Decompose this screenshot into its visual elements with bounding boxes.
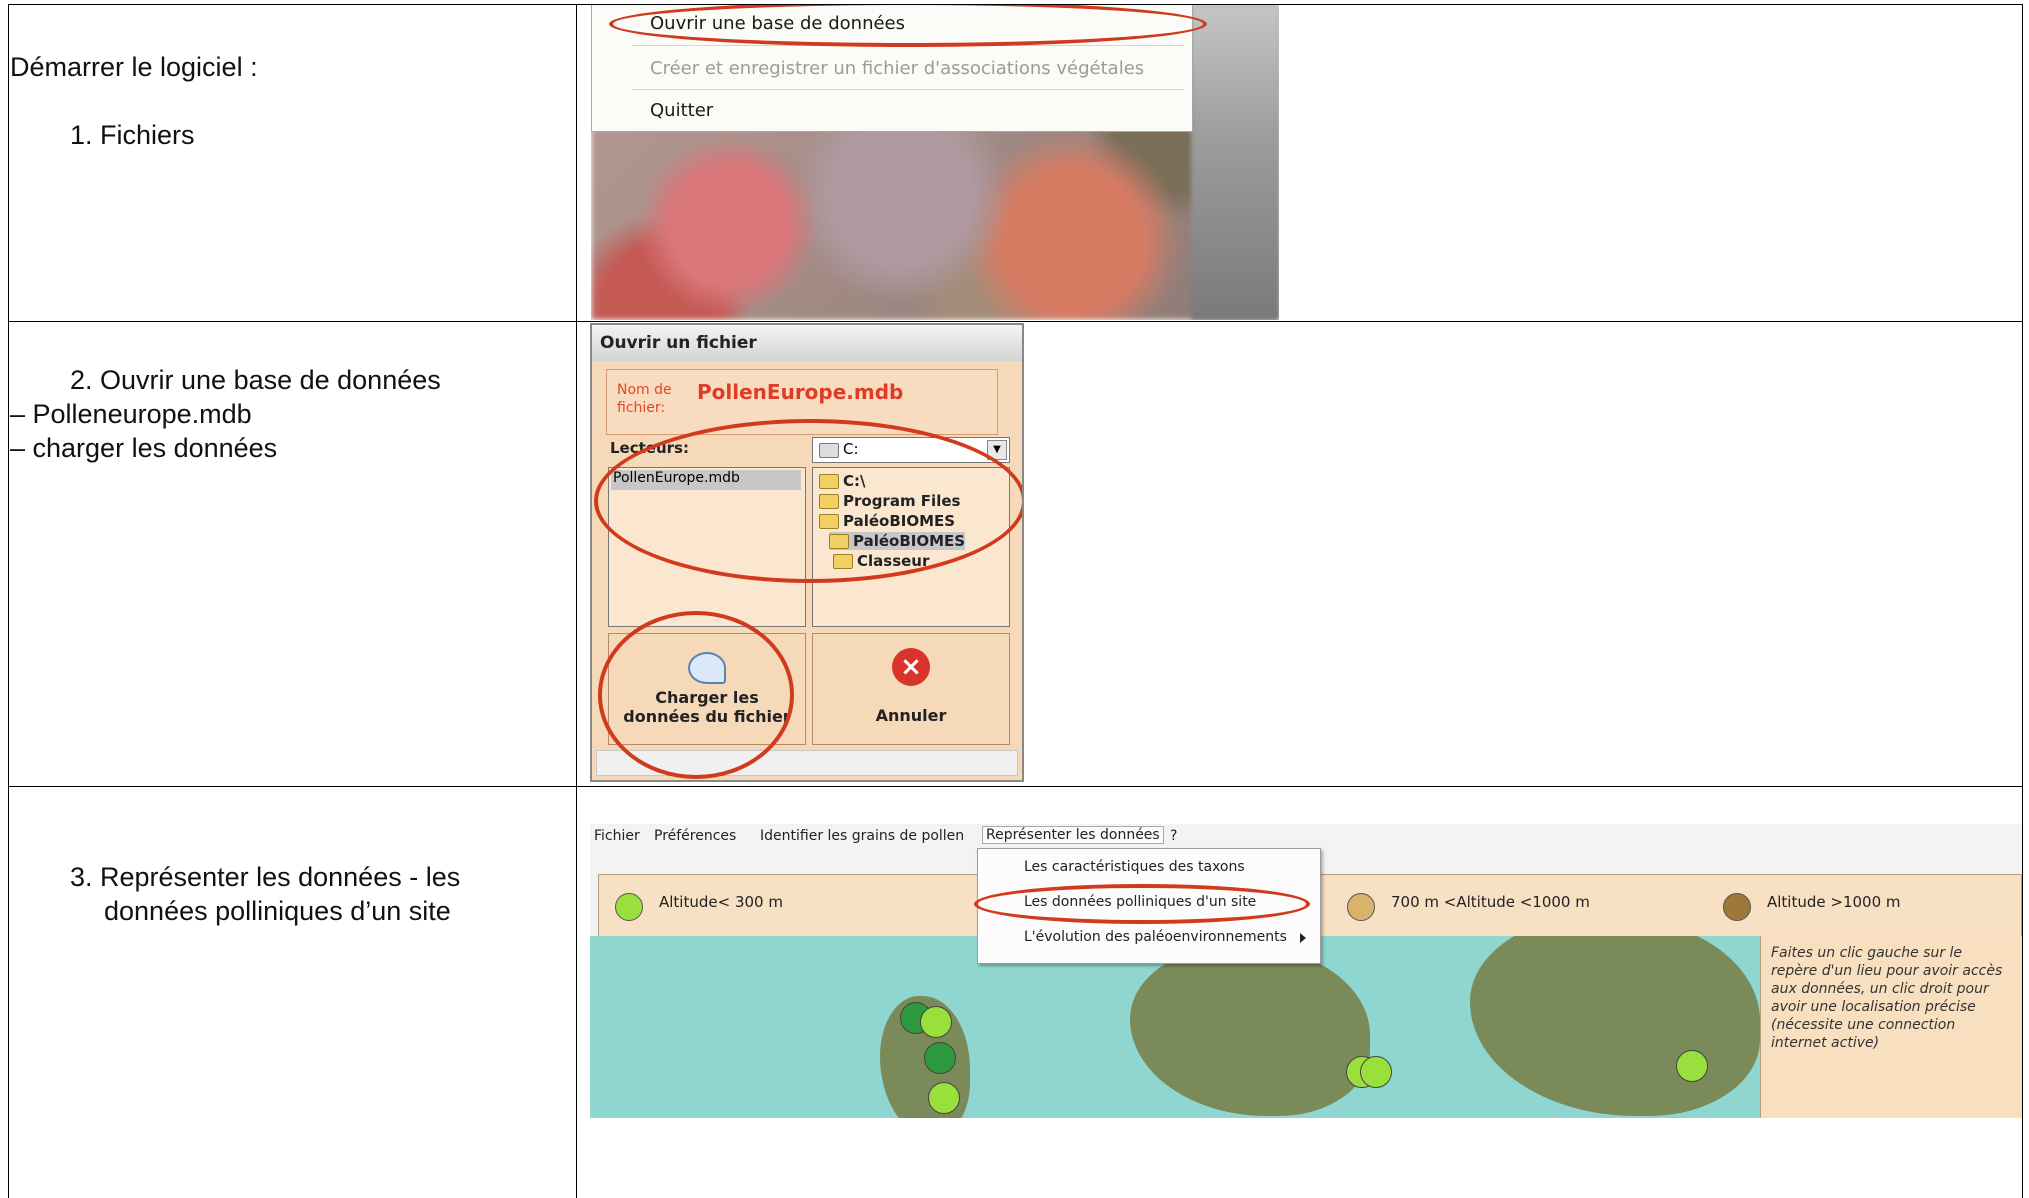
legend-mid: 700 m <Altitude <1000 m — [1391, 893, 1590, 911]
site-marker[interactable] — [1676, 1050, 1708, 1082]
dialog-title: Ouvrir un fichier — [592, 325, 1022, 361]
column-divider — [576, 4, 577, 1198]
cancel-label: Annuler — [875, 706, 947, 725]
row-divider-1 — [8, 321, 2023, 322]
step-2-line-1: – Polleneurope.mdb — [10, 399, 252, 429]
dropdown-item-evolution[interactable]: L'évolution des paléoenvironnements — [1024, 929, 1287, 945]
screenshot-file-menu: Ouvrir une base de données Créer et enre… — [591, 5, 1279, 320]
legend-dot-mid — [1347, 893, 1375, 921]
step-3-label-line-2: données polliniques d’un site — [104, 896, 451, 926]
land-mass — [1130, 946, 1370, 1116]
file-name-label-2: fichier: — [617, 400, 666, 416]
site-marker[interactable] — [928, 1082, 960, 1114]
step-3-label-line-1: 3. Représenter les données - les — [70, 862, 461, 892]
land-mass — [1470, 936, 1760, 1116]
site-marker[interactable] — [920, 1006, 952, 1038]
step-2-line-2: – charger les données — [10, 433, 278, 463]
menu-preferences[interactable]: Préférences — [654, 828, 736, 844]
menu-identifier[interactable]: Identifier les grains de pollen — [760, 828, 964, 844]
submenu-arrow-icon — [1300, 933, 1306, 943]
close-icon: × — [892, 648, 930, 686]
file-name-label-1: Nom de — [617, 382, 672, 398]
menu-item-quit[interactable]: Quitter — [650, 100, 713, 121]
map-instructions: Faites un clic gauche sur le repère d'un… — [1760, 936, 2022, 1118]
dropdown-item-taxons[interactable]: Les caractéristiques des taxons — [1024, 859, 1245, 875]
menu-bar: Fichier Préférences Identifier les grain… — [590, 824, 2022, 848]
file-name-value: PollenEurope.mdb — [697, 380, 904, 404]
legend-dot-high — [1723, 893, 1751, 921]
menu-separator — [632, 89, 1184, 90]
start-heading: Démarrer le logiciel : — [10, 52, 258, 82]
menu-representer[interactable]: Représenter les données — [982, 826, 1164, 844]
open-file-dialog: Ouvrir un fichier Nom de fichier: Pollen… — [590, 323, 1024, 782]
menu-item-create-associations[interactable]: Créer et enregistrer un fichier d'associ… — [650, 58, 1144, 79]
legend-high: Altitude >1000 m — [1767, 893, 1901, 911]
step-1-label: 1. Fichiers — [70, 120, 195, 150]
legend-dot-low — [615, 893, 643, 921]
highlight-ellipse — [974, 884, 1310, 924]
site-marker[interactable] — [924, 1042, 956, 1074]
menu-fichier[interactable]: Fichier — [594, 828, 640, 844]
highlight-ellipse — [598, 611, 794, 779]
highlight-ellipse — [594, 419, 1022, 583]
legend-low: Altitude< 300 m — [659, 893, 783, 911]
step-2-label: 2. Ouvrir une base de données — [70, 365, 441, 395]
menu-help[interactable]: ? — [1170, 828, 1177, 844]
site-marker[interactable] — [1360, 1056, 1392, 1088]
screenshot-map-view: Fichier Préférences Identifier les grain… — [590, 824, 2022, 1118]
row-divider-2 — [8, 786, 2023, 787]
background-patch — [1191, 5, 1279, 320]
cancel-button[interactable]: × Annuler — [812, 633, 1010, 745]
